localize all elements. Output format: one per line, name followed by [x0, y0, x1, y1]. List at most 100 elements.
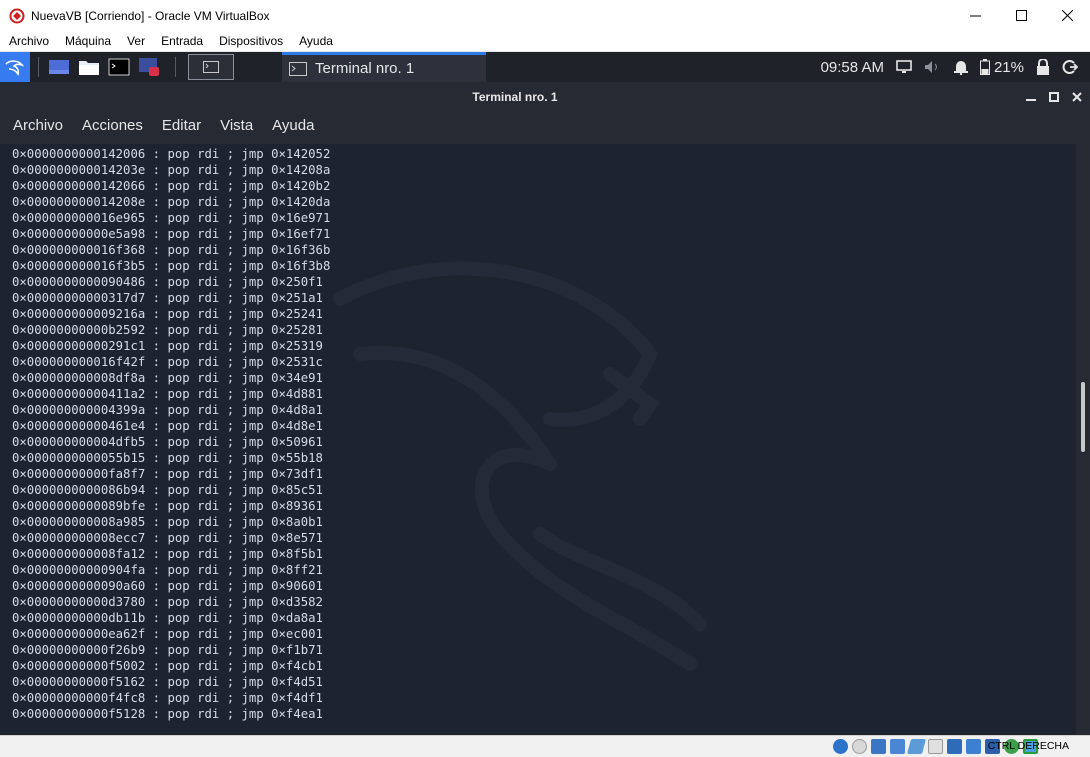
scrollbar-thumb[interactable]: [1081, 382, 1085, 452]
terminal-close-button[interactable]: [1068, 90, 1086, 104]
maximize-button[interactable]: [998, 0, 1044, 31]
hard-disk-icon[interactable]: [833, 739, 848, 754]
panel-separator: [175, 57, 176, 77]
usb-icon[interactable]: [906, 739, 927, 754]
display-icon: [896, 60, 912, 73]
minimize-icon: [969, 15, 981, 17]
volume-tray-button[interactable]: [924, 60, 942, 74]
terminal-maximize-button[interactable]: [1045, 90, 1063, 104]
terminal-title-bar[interactable]: Terminal nro. 1: [0, 82, 1090, 112]
logout-icon: [1062, 60, 1078, 74]
terminal-menu-acciones[interactable]: Acciones: [82, 117, 143, 134]
panel-clock[interactable]: 09:58 AM: [821, 59, 884, 76]
host-menu-ayuda[interactable]: Ayuda: [291, 34, 341, 48]
display-icon[interactable]: [947, 739, 962, 754]
host-menu-archivo[interactable]: Archivo: [0, 34, 57, 48]
terminal-line: 0×000000000008ecc7 : pop rdi ; jmp 0×8e5…: [12, 531, 323, 545]
terminal-line: 0×00000000000317d7 : pop rdi ; jmp 0×251…: [12, 291, 323, 305]
close-icon: [1061, 10, 1073, 21]
terminal-line: 0×00000000000f5002 : pop rdi ; jmp 0×f4c…: [12, 659, 323, 673]
audio-icon[interactable]: [871, 739, 886, 754]
terminal-line: 0×0000000000142006 : pop rdi ; jmp 0×142…: [12, 147, 331, 161]
network-icon[interactable]: [890, 739, 905, 754]
terminal-line: 0×000000000004399a : pop rdi ; jmp 0×4d8…: [12, 403, 323, 417]
window-title: NuevaVB [Corriendo] - Oracle VM VirtualB…: [31, 8, 270, 23]
lock-screen-button[interactable]: [1036, 59, 1050, 75]
terminal-line: 0×000000000016f3b5 : pop rdi ; jmp 0×16f…: [12, 259, 331, 273]
terminal-menu-vista[interactable]: Vista: [220, 117, 253, 134]
close-button[interactable]: [1044, 0, 1090, 31]
terminal-lines: 0×0000000000142006 : pop rdi ; jmp 0×142…: [12, 146, 330, 722]
terminal-line: 0×0000000000089bfe : pop rdi ; jmp 0×893…: [12, 499, 323, 513]
screen-recorder-launcher[interactable]: [137, 56, 161, 78]
logout-button[interactable]: [1062, 59, 1078, 75]
volume-muted-icon: [924, 61, 937, 73]
panel-separator: [38, 57, 39, 77]
terminal-line: 0×000000000016f368 : pop rdi ; jmp 0×16f…: [12, 243, 331, 257]
terminal-scrollbar[interactable]: [1076, 144, 1090, 735]
terminal-menu-editar[interactable]: Editar: [162, 117, 201, 134]
terminal-minimize-button[interactable]: [1022, 90, 1040, 104]
terminal-line: 0×0000000000142066 : pop rdi ; jmp 0×142…: [12, 179, 331, 193]
terminal-output-area[interactable]: 0×0000000000142006 : pop rdi ; jmp 0×142…: [0, 144, 1076, 735]
terminal-line: 0×00000000000904fa : pop rdi ; jmp 0×8ff…: [12, 563, 323, 577]
display-tray-button[interactable]: [896, 60, 912, 74]
shared-folders-icon[interactable]: [928, 739, 943, 754]
bell-icon: [953, 61, 968, 75]
terminal-line: 0×00000000000f5162 : pop rdi ; jmp 0×f4d…: [12, 675, 323, 689]
notifications-tray-button[interactable]: [953, 59, 968, 75]
terminal-window-icon: [289, 61, 307, 76]
close-icon: [1072, 92, 1082, 102]
workspace-switcher[interactable]: [188, 54, 234, 80]
host-menu-maquina[interactable]: Máquina: [57, 34, 119, 48]
terminal-line: 0×0000000000086b94 : pop rdi ; jmp 0×85c…: [12, 483, 323, 497]
file-manager-launcher[interactable]: [77, 56, 101, 78]
terminal-line: 0×0000000000090486 : pop rdi ; jmp 0×250…: [12, 275, 323, 289]
host-menu-dispositivos[interactable]: Dispositivos: [211, 34, 291, 48]
terminal-window: Terminal nro. 1 Archivo Acciones Editar …: [0, 82, 1090, 735]
taskbar-terminal-label: Terminal nro. 1: [315, 60, 415, 77]
battery-tray-button[interactable]: 21%: [979, 59, 1024, 76]
video-capture-icon[interactable]: [966, 739, 981, 754]
maximize-icon: [1015, 10, 1027, 21]
terminal-line: 0×000000000008a985 : pop rdi ; jmp 0×8a0…: [12, 515, 323, 529]
terminal-line: 0×00000000000db11b : pop rdi ; jmp 0×da8…: [12, 611, 323, 625]
minimize-button[interactable]: [952, 0, 998, 31]
window-title-bar[interactable]: NuevaVB [Corriendo] - Oracle VM VirtualB…: [0, 0, 1090, 31]
terminal-line: 0×00000000000d3780 : pop rdi ; jmp 0×d35…: [12, 595, 323, 609]
battery-icon: [979, 59, 990, 75]
desktop-icon: [49, 60, 69, 74]
terminal-menu-bar: Archivo Acciones Editar Vista Ayuda: [0, 112, 1090, 138]
terminal-line: 0×00000000000461e4 : pop rdi ; jmp 0×4d8…: [12, 419, 323, 433]
terminal-launcher[interactable]: [107, 56, 131, 78]
kali-dragon-icon: [5, 60, 25, 76]
show-desktop-launcher[interactable]: [47, 56, 71, 78]
terminal-line: 0×000000000009216a : pop rdi ; jmp 0×252…: [12, 307, 323, 321]
terminal-line: 0×000000000008fa12 : pop rdi ; jmp 0×8f5…: [12, 547, 323, 561]
terminal-line: 0×00000000000f26b9 : pop rdi ; jmp 0×f1b…: [12, 643, 323, 657]
system-tray: 09:58 AM 21%: [821, 52, 1090, 82]
optical-drive-icon[interactable]: [852, 739, 867, 754]
terminal-line: 0×0000000000090a60 : pop rdi ; jmp 0×906…: [12, 579, 323, 593]
virtualbox-app-icon: [9, 8, 25, 23]
terminal-line: 0×000000000008df8a : pop rdi ; jmp 0×34e…: [12, 371, 323, 385]
host-menu-entrada[interactable]: Entrada: [153, 34, 211, 48]
terminal-line: 0×000000000016f42f : pop rdi ; jmp 0×253…: [12, 355, 323, 369]
maximize-icon: [1049, 92, 1059, 102]
terminal-line: 0×00000000000fa8f7 : pop rdi ; jmp 0×73d…: [12, 467, 323, 481]
kali-menu-button[interactable]: [0, 52, 30, 82]
screen-record-icon: [139, 58, 159, 76]
terminal-menu-ayuda[interactable]: Ayuda: [272, 117, 314, 134]
guest-top-panel: Terminal nro. 1 09:58 AM 21%: [0, 52, 1090, 82]
terminal-menu-archivo[interactable]: Archivo: [13, 117, 63, 134]
terminal-line: 0×00000000000411a2 : pop rdi ; jmp 0×4d8…: [12, 387, 323, 401]
host-key-label: CTRL DERECHA: [987, 740, 1069, 752]
host-menu-bar: Archivo Máquina Ver Entrada Dispositivos…: [0, 31, 1090, 52]
terminal-line: 0×00000000000291c1 : pop rdi ; jmp 0×253…: [12, 339, 323, 353]
taskbar-terminal-item[interactable]: Terminal nro. 1: [282, 52, 486, 82]
virtualbox-status-bar: CTRL DERECHA: [0, 735, 1090, 757]
host-menu-ver[interactable]: Ver: [119, 34, 153, 48]
folder-icon: [79, 61, 99, 75]
terminal-line: 0×0000000000055b15 : pop rdi ; jmp 0×55b…: [12, 451, 323, 465]
terminal-line: 0×000000000016e965 : pop rdi ; jmp 0×16e…: [12, 211, 331, 225]
